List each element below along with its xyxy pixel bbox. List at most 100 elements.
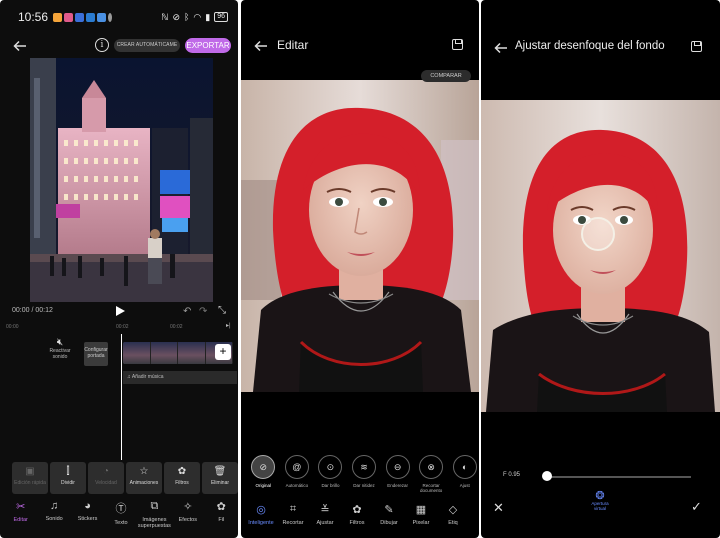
undo-icon[interactable]: ↶ bbox=[183, 306, 191, 317]
filter-crop-document[interactable]: ⊗ Recortar documento bbox=[417, 455, 446, 495]
filter-label: Ajust bbox=[459, 483, 470, 488]
filter-brightness[interactable]: ⊙ Dar brillo bbox=[316, 455, 345, 495]
nav-crop[interactable]: ⌗ Recortar bbox=[279, 503, 307, 537]
back-arrow-icon[interactable] bbox=[12, 38, 28, 54]
virtual-aperture-tab[interactable]: ❂ Apertura virtual bbox=[585, 490, 615, 512]
wifi-icon: ◠ bbox=[193, 11, 202, 22]
close-icon[interactable]: ✕ bbox=[493, 500, 504, 516]
nav-label: Dibujar bbox=[380, 520, 398, 526]
tool-label: Filtros bbox=[175, 480, 189, 486]
unmute-button[interactable]: 🔇︎ Reactivar sonido bbox=[46, 338, 74, 370]
filter-label: Enderezar bbox=[387, 483, 408, 488]
status-time: 10:56 bbox=[18, 10, 49, 24]
compare-button[interactable]: COMPARAR bbox=[421, 70, 471, 82]
nav-smart[interactable]: ◎ Inteligente bbox=[247, 503, 275, 537]
nav-label: Editar bbox=[13, 517, 28, 523]
bluetooth-icon: ᛒ bbox=[183, 12, 190, 22]
nav-pixelate[interactable]: ▦ Pixelar bbox=[407, 503, 435, 537]
aperture-slider-track[interactable] bbox=[543, 476, 691, 478]
clip-frame bbox=[150, 342, 178, 364]
tool-label: Edición rápida bbox=[14, 480, 46, 486]
set-cover-button[interactable]: Configurar portada bbox=[84, 342, 108, 366]
video-preview[interactable] bbox=[30, 58, 213, 302]
timeline-ruler: 00:00 00:02 00:02 ▸| bbox=[0, 322, 238, 334]
nav-sound[interactable]: ♫ Sonido bbox=[37, 498, 70, 534]
skip-end-icon[interactable]: ▸| bbox=[226, 322, 231, 329]
info-icon[interactable]: i bbox=[95, 38, 109, 52]
nav-text[interactable]: Ⓣ Texto bbox=[104, 498, 137, 534]
add-clip-button[interactable]: + bbox=[215, 344, 231, 360]
filter-auto[interactable]: @ Automático bbox=[283, 455, 312, 495]
aperture-icon: ❂ bbox=[595, 490, 605, 502]
filter-sharpness[interactable]: ≋ Dar nitidez bbox=[350, 455, 379, 495]
auto-create-button[interactable]: CREAR AUTOMÁTICAME bbox=[114, 39, 180, 52]
music-note-icon: ♫ bbox=[50, 500, 59, 512]
sticker-icon: ◕ bbox=[84, 500, 91, 512]
adjust-sliders-icon: ≚ bbox=[320, 504, 330, 516]
filter-original[interactable]: ⊘ Original bbox=[249, 455, 278, 495]
tool-filters[interactable]: ✿ Filtros bbox=[164, 462, 200, 494]
crop-icon: ⌗ bbox=[289, 503, 297, 515]
nav-filters[interactable]: ✿ Filtros bbox=[343, 503, 371, 537]
battery-icon: 96 bbox=[214, 12, 228, 22]
filter-straighten[interactable]: ⊖ Enderezar bbox=[383, 455, 412, 495]
nav-tags[interactable]: ◇ Etiq bbox=[439, 503, 467, 537]
current-time: 00:00 bbox=[12, 307, 30, 314]
ruler-mark: 00:02 bbox=[116, 324, 129, 330]
nav-edit[interactable]: ✂ Editar bbox=[4, 498, 37, 534]
back-arrow-icon[interactable] bbox=[493, 40, 509, 56]
fullscreen-icon[interactable]: ⤡ bbox=[218, 305, 226, 316]
nav-label: Inteligente bbox=[248, 520, 274, 526]
nav-label: Sonido bbox=[45, 516, 63, 522]
filters-icon: ✿ bbox=[352, 504, 362, 516]
tool-split[interactable]: ⫿ Dividir bbox=[50, 462, 86, 494]
nav-filters[interactable]: ✿ Fil bbox=[205, 498, 238, 534]
focus-point-ring[interactable] bbox=[581, 217, 615, 251]
nav-label: Etiq bbox=[448, 520, 458, 526]
virtual-aperture-label: Apertura virtual bbox=[591, 501, 609, 511]
redo-icon[interactable]: ↷ bbox=[199, 306, 207, 317]
nav-effects[interactable]: ✧ Efectos bbox=[171, 498, 204, 534]
trash-icon: 🗑︎ bbox=[213, 466, 227, 477]
portrait-photo-blur[interactable] bbox=[481, 100, 720, 412]
nav-label: Ajustar bbox=[316, 520, 334, 526]
nav-adjust[interactable]: ≚ Ajustar bbox=[311, 503, 339, 537]
tool-delete[interactable]: 🗑︎ Eliminar bbox=[202, 462, 238, 494]
play-icon[interactable] bbox=[116, 306, 125, 316]
clip-frame bbox=[123, 342, 151, 364]
photo-edit-header: Editar bbox=[241, 0, 479, 78]
playhead[interactable] bbox=[121, 334, 122, 460]
tool-label: Dividir bbox=[61, 480, 75, 486]
original-icon: ⊘ bbox=[251, 455, 276, 479]
tool-speed[interactable]: ◔ Velocidad bbox=[88, 462, 124, 494]
portrait-image bbox=[241, 80, 479, 392]
brush-icon: ✎ bbox=[384, 504, 394, 516]
nav-draw[interactable]: ✎ Dibujar bbox=[375, 503, 403, 537]
aperture-slider-knob[interactable] bbox=[542, 471, 553, 481]
save-icon[interactable] bbox=[452, 39, 463, 50]
add-music-track[interactable]: ♫ Añadir música bbox=[123, 371, 237, 384]
nav-stickers[interactable]: ◕ Stickers bbox=[71, 498, 104, 534]
save-icon[interactable] bbox=[691, 41, 702, 52]
tool-label: Animaciones bbox=[129, 480, 159, 486]
tool-label: Velocidad bbox=[95, 480, 117, 486]
tool-label: Eliminar bbox=[210, 480, 230, 486]
background-blur-screen: Ajustar desenfoque del fondo F 0.95 ✕ ❂ … bbox=[481, 0, 720, 538]
filter-adjust[interactable]: ◐ Ajust bbox=[450, 455, 479, 495]
playback-row: 00:00 / 00:12 ↶ ↷ ⤡ bbox=[0, 304, 238, 318]
blur-bottom-bar: ✕ ❂ Apertura virtual ✓ bbox=[481, 490, 720, 532]
mute-status-icon: ⊘ bbox=[172, 11, 180, 22]
notification-icons bbox=[53, 12, 113, 22]
split-icon: ⫿ bbox=[66, 466, 70, 477]
timeline[interactable]: 🔇︎ Reactivar sonido Configurar portada +… bbox=[0, 334, 238, 460]
nav-label: Filtros bbox=[349, 520, 365, 526]
tool-animations[interactable]: ☆ Animaciones bbox=[126, 462, 162, 494]
tool-fast-edit[interactable]: ▣ Edición rápida bbox=[12, 462, 48, 494]
confirm-check-icon[interactable]: ✓ bbox=[691, 499, 702, 515]
signal-icon: ▮ bbox=[205, 11, 211, 22]
back-arrow-icon[interactable] bbox=[253, 38, 269, 54]
portrait-photo[interactable] bbox=[241, 80, 479, 392]
nav-overlay-images[interactable]: ⧉ Imágenes superpuestas bbox=[138, 498, 171, 534]
editor-bottom-nav: ✂ Editar ♫ Sonido ◕ Stickers Ⓣ Texto ⧉ Imágen… bbox=[0, 498, 238, 534]
export-button[interactable]: EXPORTAR bbox=[185, 38, 231, 53]
